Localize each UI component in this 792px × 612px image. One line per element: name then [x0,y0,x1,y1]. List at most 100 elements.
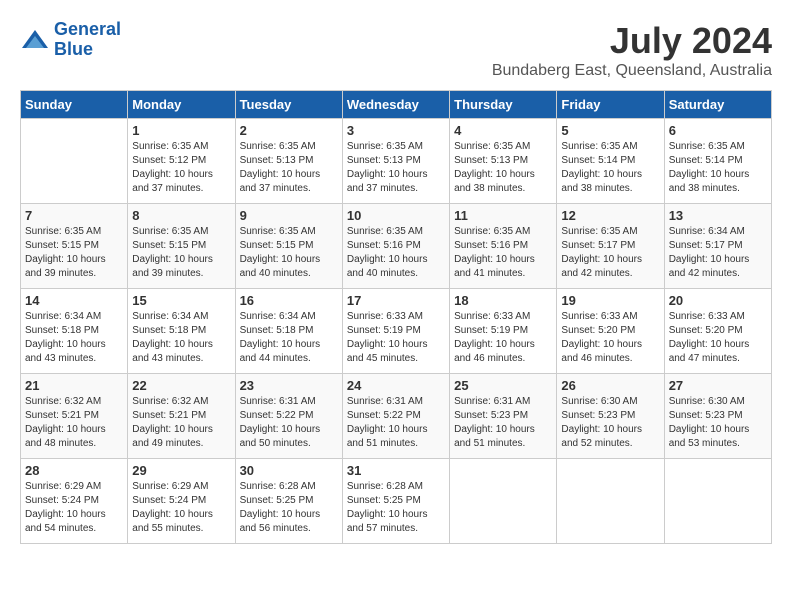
day-number: 4 [454,123,552,138]
cell-content: Sunrise: 6:35 AMSunset: 5:13 PMDaylight:… [347,140,445,196]
cell-content: Sunrise: 6:35 AMSunset: 5:13 PMDaylight:… [240,140,338,196]
day-number: 18 [454,293,552,308]
calendar-cell: 12 Sunrise: 6:35 AMSunset: 5:17 PMDaylig… [557,204,664,289]
calendar-cell: 7 Sunrise: 6:35 AMSunset: 5:15 PMDayligh… [21,204,128,289]
cell-content: Sunrise: 6:29 AMSunset: 5:24 PMDaylight:… [132,480,230,536]
calendar-cell: 11 Sunrise: 6:35 AMSunset: 5:16 PMDaylig… [450,204,557,289]
cell-content: Sunrise: 6:34 AMSunset: 5:18 PMDaylight:… [132,310,230,366]
cell-content: Sunrise: 6:31 AMSunset: 5:22 PMDaylight:… [347,395,445,451]
cell-content: Sunrise: 6:34 AMSunset: 5:18 PMDaylight:… [25,310,123,366]
calendar-cell: 21 Sunrise: 6:32 AMSunset: 5:21 PMDaylig… [21,374,128,459]
cell-content: Sunrise: 6:35 AMSunset: 5:14 PMDaylight:… [669,140,767,196]
day-number: 29 [132,463,230,478]
day-number: 6 [669,123,767,138]
day-number: 27 [669,378,767,393]
day-number: 17 [347,293,445,308]
day-number: 5 [561,123,659,138]
day-number: 2 [240,123,338,138]
cell-content: Sunrise: 6:31 AMSunset: 5:23 PMDaylight:… [454,395,552,451]
calendar-cell: 8 Sunrise: 6:35 AMSunset: 5:15 PMDayligh… [128,204,235,289]
calendar-cell: 1 Sunrise: 6:35 AMSunset: 5:12 PMDayligh… [128,119,235,204]
cell-content: Sunrise: 6:33 AMSunset: 5:19 PMDaylight:… [347,310,445,366]
day-number: 13 [669,208,767,223]
logo-text: General Blue [54,20,121,60]
day-number: 7 [25,208,123,223]
day-number: 21 [25,378,123,393]
calendar-cell: 4 Sunrise: 6:35 AMSunset: 5:13 PMDayligh… [450,119,557,204]
calendar-cell [450,459,557,544]
header: General Blue July 2024 Bundaberg East, Q… [20,20,772,80]
cell-content: Sunrise: 6:35 AMSunset: 5:15 PMDaylight:… [25,225,123,281]
cell-content: Sunrise: 6:35 AMSunset: 5:15 PMDaylight:… [132,225,230,281]
cell-content: Sunrise: 6:33 AMSunset: 5:20 PMDaylight:… [561,310,659,366]
day-number: 20 [669,293,767,308]
calendar-cell: 25 Sunrise: 6:31 AMSunset: 5:23 PMDaylig… [450,374,557,459]
calendar-cell: 26 Sunrise: 6:30 AMSunset: 5:23 PMDaylig… [557,374,664,459]
header-cell-wednesday: Wednesday [342,91,449,119]
cell-content: Sunrise: 6:33 AMSunset: 5:20 PMDaylight:… [669,310,767,366]
calendar-cell: 22 Sunrise: 6:32 AMSunset: 5:21 PMDaylig… [128,374,235,459]
cell-content: Sunrise: 6:35 AMSunset: 5:15 PMDaylight:… [240,225,338,281]
header-cell-tuesday: Tuesday [235,91,342,119]
logo-line1: General [54,19,121,39]
day-number: 19 [561,293,659,308]
header-cell-monday: Monday [128,91,235,119]
cell-content: Sunrise: 6:31 AMSunset: 5:22 PMDaylight:… [240,395,338,451]
calendar-week-2: 7 Sunrise: 6:35 AMSunset: 5:15 PMDayligh… [21,204,772,289]
cell-content: Sunrise: 6:28 AMSunset: 5:25 PMDaylight:… [240,480,338,536]
calendar-cell: 27 Sunrise: 6:30 AMSunset: 5:23 PMDaylig… [664,374,771,459]
cell-content: Sunrise: 6:35 AMSunset: 5:17 PMDaylight:… [561,225,659,281]
day-number: 14 [25,293,123,308]
day-number: 30 [240,463,338,478]
logo: General Blue [20,20,121,60]
calendar-cell [664,459,771,544]
cell-content: Sunrise: 6:34 AMSunset: 5:18 PMDaylight:… [240,310,338,366]
cell-content: Sunrise: 6:28 AMSunset: 5:25 PMDaylight:… [347,480,445,536]
calendar-cell: 16 Sunrise: 6:34 AMSunset: 5:18 PMDaylig… [235,289,342,374]
day-number: 28 [25,463,123,478]
cell-content: Sunrise: 6:35 AMSunset: 5:16 PMDaylight:… [347,225,445,281]
header-cell-thursday: Thursday [450,91,557,119]
calendar-cell [21,119,128,204]
day-number: 9 [240,208,338,223]
calendar-body: 1 Sunrise: 6:35 AMSunset: 5:12 PMDayligh… [21,119,772,544]
day-number: 26 [561,378,659,393]
calendar-cell: 6 Sunrise: 6:35 AMSunset: 5:14 PMDayligh… [664,119,771,204]
calendar-cell: 5 Sunrise: 6:35 AMSunset: 5:14 PMDayligh… [557,119,664,204]
calendar-cell: 28 Sunrise: 6:29 AMSunset: 5:24 PMDaylig… [21,459,128,544]
calendar-cell: 20 Sunrise: 6:33 AMSunset: 5:20 PMDaylig… [664,289,771,374]
header-cell-friday: Friday [557,91,664,119]
calendar-cell: 30 Sunrise: 6:28 AMSunset: 5:25 PMDaylig… [235,459,342,544]
day-number: 25 [454,378,552,393]
cell-content: Sunrise: 6:29 AMSunset: 5:24 PMDaylight:… [25,480,123,536]
cell-content: Sunrise: 6:35 AMSunset: 5:14 PMDaylight:… [561,140,659,196]
day-number: 10 [347,208,445,223]
day-number: 3 [347,123,445,138]
calendar-cell: 9 Sunrise: 6:35 AMSunset: 5:15 PMDayligh… [235,204,342,289]
logo-line2: Blue [54,39,93,59]
header-cell-saturday: Saturday [664,91,771,119]
day-number: 8 [132,208,230,223]
cell-content: Sunrise: 6:32 AMSunset: 5:21 PMDaylight:… [25,395,123,451]
cell-content: Sunrise: 6:35 AMSunset: 5:12 PMDaylight:… [132,140,230,196]
day-number: 12 [561,208,659,223]
calendar-week-1: 1 Sunrise: 6:35 AMSunset: 5:12 PMDayligh… [21,119,772,204]
month-title: July 2024 [492,20,772,62]
calendar-cell: 24 Sunrise: 6:31 AMSunset: 5:22 PMDaylig… [342,374,449,459]
cell-content: Sunrise: 6:35 AMSunset: 5:16 PMDaylight:… [454,225,552,281]
day-number: 1 [132,123,230,138]
calendar-cell: 2 Sunrise: 6:35 AMSunset: 5:13 PMDayligh… [235,119,342,204]
calendar-table: SundayMondayTuesdayWednesdayThursdayFrid… [20,90,772,544]
title-area: July 2024 Bundaberg East, Queensland, Au… [492,20,772,80]
calendar-cell: 15 Sunrise: 6:34 AMSunset: 5:18 PMDaylig… [128,289,235,374]
cell-content: Sunrise: 6:35 AMSunset: 5:13 PMDaylight:… [454,140,552,196]
cell-content: Sunrise: 6:34 AMSunset: 5:17 PMDaylight:… [669,225,767,281]
cell-content: Sunrise: 6:30 AMSunset: 5:23 PMDaylight:… [669,395,767,451]
day-number: 31 [347,463,445,478]
calendar-week-4: 21 Sunrise: 6:32 AMSunset: 5:21 PMDaylig… [21,374,772,459]
calendar-cell: 17 Sunrise: 6:33 AMSunset: 5:19 PMDaylig… [342,289,449,374]
calendar-cell: 31 Sunrise: 6:28 AMSunset: 5:25 PMDaylig… [342,459,449,544]
calendar-cell: 23 Sunrise: 6:31 AMSunset: 5:22 PMDaylig… [235,374,342,459]
logo-icon [20,28,50,52]
day-number: 16 [240,293,338,308]
